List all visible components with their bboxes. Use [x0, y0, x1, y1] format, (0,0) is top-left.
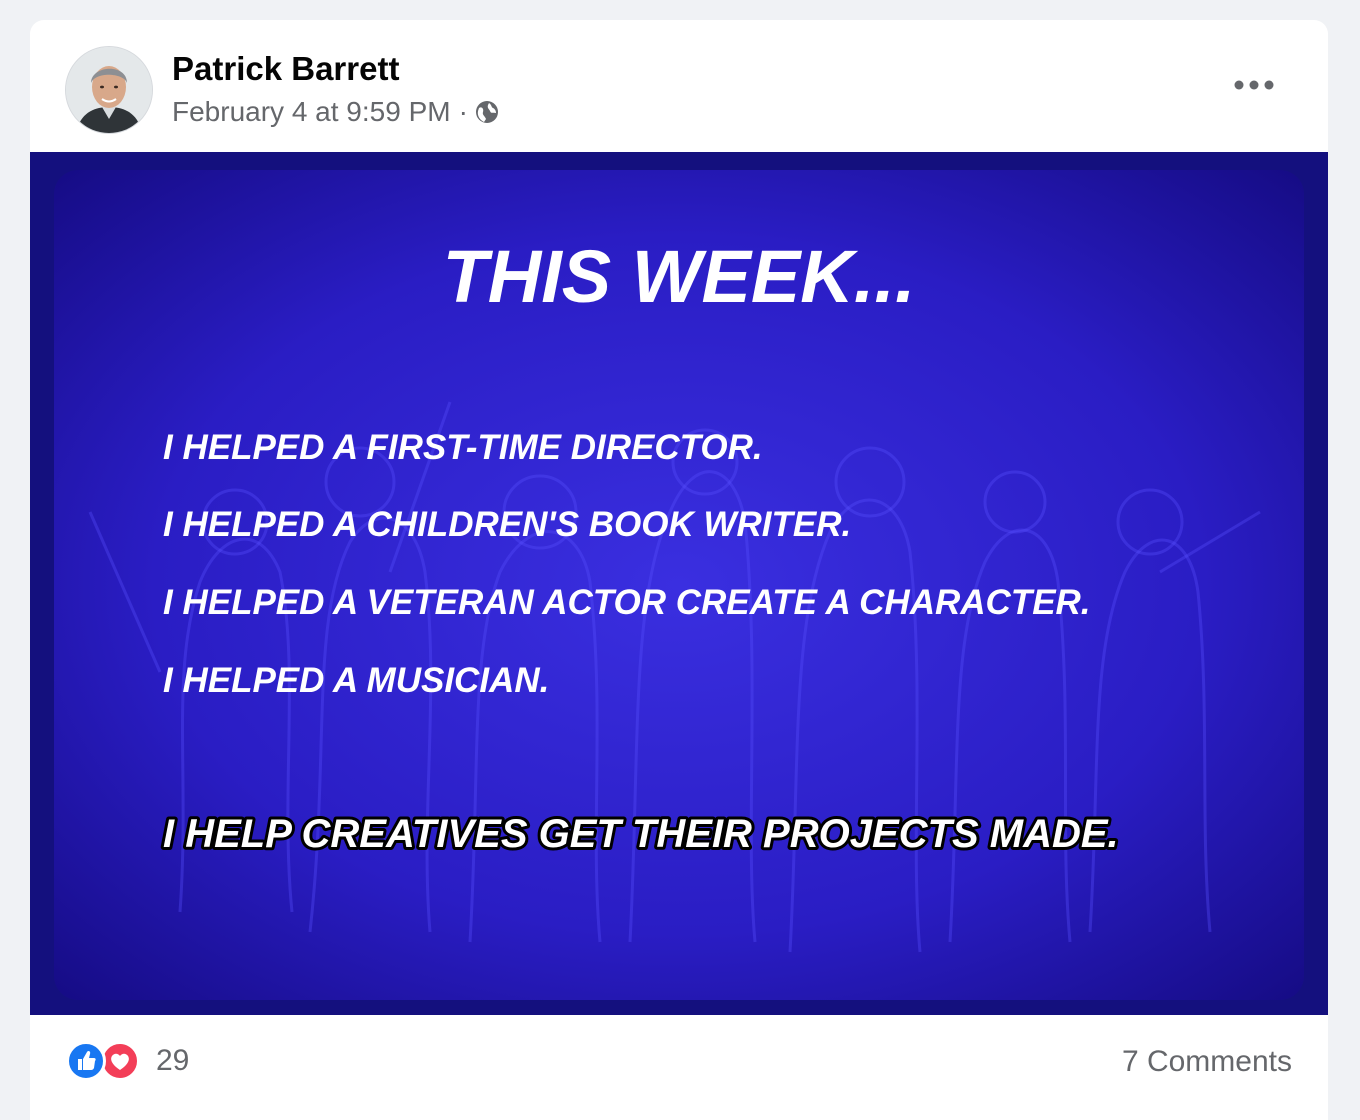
post-meta: February 4 at 9:59 PM · [172, 96, 500, 128]
image-line-1: I HELPED A FIRST-TIME DIRECTOR. [163, 428, 763, 467]
author-avatar[interactable] [65, 46, 153, 134]
reaction-count: 29 [156, 1044, 190, 1077]
more-options-button[interactable] [1232, 76, 1276, 94]
globe-icon [475, 101, 498, 123]
post-timestamp[interactable]: February 4 at 9:59 PM [172, 96, 451, 128]
image-tagline: I HELP CREATIVES GET THEIR PROJECTS MADE… [163, 812, 1119, 856]
image-line-4: I HELPED A MUSICIAN. [163, 661, 549, 700]
image-heading: THIS WEEK... [443, 235, 916, 318]
avatar-photo [66, 47, 152, 133]
image-line-3: I HELPED A VETERAN ACTOR CREATE A CHARAC… [163, 583, 1091, 622]
post-image[interactable]: THIS WEEK... I HELPED A FIRST-TIME DIREC… [30, 152, 1328, 1015]
reactions-summary[interactable]: 29 [66, 1041, 189, 1081]
post-header: Patrick Barrett February 4 at 9:59 PM · [30, 20, 1328, 152]
meta-separator: · [458, 96, 468, 127]
promo-graphic: THIS WEEK... I HELPED A FIRST-TIME DIREC… [30, 152, 1328, 1015]
love-icon [100, 1041, 140, 1081]
like-icon [66, 1041, 106, 1081]
image-line-2: I HELPED A CHILDREN'S BOOK WRITER. [163, 505, 851, 544]
post-footer: 29 7 Comments [30, 1015, 1328, 1120]
author-name[interactable]: Patrick Barrett [172, 50, 399, 88]
more-options-icon [1234, 80, 1274, 90]
comments-link[interactable]: 7 Comments [1122, 1045, 1292, 1079]
post-card: Patrick Barrett February 4 at 9:59 PM · [30, 20, 1328, 1120]
